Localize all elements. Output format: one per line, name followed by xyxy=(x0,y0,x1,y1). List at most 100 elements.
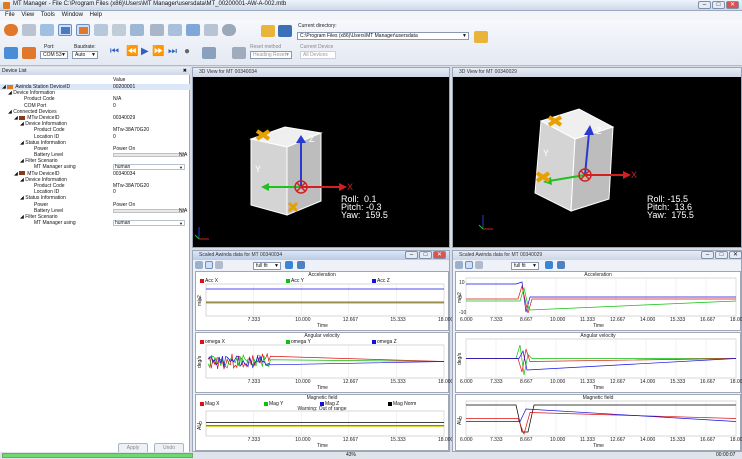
acceleration-chart-left[interactable]: Acceleration Acc X Acc Y Acc Z 7.333 10.000 12… xyxy=(195,271,453,331)
menu-bar: File View Tools Window Help xyxy=(0,11,742,20)
station-icon[interactable] xyxy=(22,47,36,59)
battery-level-bar xyxy=(113,153,185,158)
port-label: Port: xyxy=(44,44,55,50)
browse-folder-icon[interactable] xyxy=(474,31,488,43)
magnetic-field-chart-left[interactable]: Magnetic field Mag X Mag Y Mag Z Mag Norm War… xyxy=(195,394,453,451)
gps-icon[interactable] xyxy=(150,24,164,36)
heading-reset-icon[interactable] xyxy=(202,47,216,59)
record-icon[interactable]: ● xyxy=(184,47,190,57)
reset-method-select[interactable]: Heading Reset ▼ xyxy=(250,51,292,59)
grid-icon[interactable] xyxy=(475,261,483,269)
menu-view[interactable]: View xyxy=(21,11,34,20)
pan-icon[interactable] xyxy=(205,261,213,269)
close-button[interactable]: ✕ xyxy=(433,251,446,259)
x-axis-label: Time xyxy=(317,443,328,449)
3d-view-left[interactable]: Z X Y Roll: 0.1 Pitch: -0.3 Yaw: 159.5 xyxy=(193,77,449,247)
connect-icon[interactable] xyxy=(4,24,18,36)
device-tree: ◢ Awinda Station DeviceID 00200001 ◢ Devic… xyxy=(0,84,190,227)
x-tick-label: 7.333 xyxy=(490,379,503,385)
close-button[interactable]: ✕ xyxy=(726,1,739,9)
port-select[interactable]: COM 53 ▼ xyxy=(40,51,68,59)
orientation-readout-right: Roll: -15.5 Pitch: 13.6 Yaw: 175.5 xyxy=(647,194,694,220)
tree-row-label: MT Manager using xyxy=(34,220,76,227)
table-icon[interactable] xyxy=(557,261,565,269)
table-icon[interactable] xyxy=(297,261,305,269)
baudrate-select[interactable]: Auto ▼ xyxy=(72,51,98,59)
save-icon[interactable] xyxy=(278,25,292,37)
acceleration-chart-right[interactable]: Acceleration 6.000 7.333 8.667 10.000 11.333 1… xyxy=(455,271,742,331)
3d-view-icon[interactable] xyxy=(76,24,90,36)
skip-start-icon[interactable]: ⏮ xyxy=(110,47,119,57)
menu-tools[interactable]: Tools xyxy=(41,11,55,20)
tree-row-value[interactable]: human ▼ xyxy=(113,220,185,227)
x-tick-label: 8.667 xyxy=(520,317,533,323)
settings-icon[interactable] xyxy=(222,24,236,36)
export-icon[interactable] xyxy=(168,24,182,36)
menu-file[interactable]: File xyxy=(5,11,15,20)
current-device-select[interactable]: All Devices xyxy=(300,51,336,59)
device-list-title: Device List xyxy=(2,68,27,74)
x-tick-label: 12.667 xyxy=(610,317,626,323)
step-forward-icon[interactable]: ⏩ xyxy=(152,47,164,57)
table-view-icon[interactable] xyxy=(112,24,126,36)
device-list-header: Device List ✖ xyxy=(0,67,190,75)
3d-view-right-title: 3D View for MT 00340029 xyxy=(453,68,741,77)
x-tick-label: 18.000 xyxy=(730,379,742,385)
record-settings-icon[interactable] xyxy=(40,24,54,36)
y-tick-label: 0 xyxy=(199,420,202,427)
orientation-view-icon[interactable] xyxy=(130,24,144,36)
minimize-button[interactable]: – xyxy=(405,251,418,259)
x-tick-label: 8.667 xyxy=(520,437,533,443)
filter-icon[interactable] xyxy=(204,24,218,36)
maximize-button[interactable]: □ xyxy=(712,1,725,9)
scan-icon[interactable] xyxy=(22,24,36,36)
tree-row-value[interactable]: human ▼ xyxy=(113,164,185,171)
pin-icon[interactable]: ✖ xyxy=(183,67,187,75)
3d-view-right[interactable]: Z X Y Roll: -15.5 Pitch: 13.6 Yaw: 175.5 xyxy=(453,77,741,247)
zoom-icon[interactable] xyxy=(195,261,203,269)
pan-icon[interactable] xyxy=(465,261,473,269)
fit-select[interactable]: full fit ▼ xyxy=(511,262,539,270)
maximize-button[interactable]: □ xyxy=(419,251,432,259)
3d-view-left-panel: 3D View for MT 00340034 Z X Y Roll: 0.1 … xyxy=(192,67,450,248)
angular-velocity-chart-right[interactable]: Angular velocity 6.000 7.333 8.667 10.000 11.… xyxy=(455,332,742,393)
menu-window[interactable]: Window xyxy=(62,11,83,20)
magnetic-field-chart-right[interactable]: Magnetic field 6.000 7.333 8.667 10.000 11.33… xyxy=(455,394,742,451)
device-icon[interactable] xyxy=(4,47,18,59)
play-icon[interactable]: ▶ xyxy=(141,47,149,57)
maximize-button[interactable]: □ xyxy=(715,251,728,259)
yaw-value: 159.5 xyxy=(365,210,388,220)
chart-type-icon[interactable] xyxy=(285,261,293,269)
reset-icon[interactable] xyxy=(232,47,246,59)
y-tick-label: 0 xyxy=(459,415,462,422)
x-tick-label: 7.333 xyxy=(490,317,503,323)
x-axis-label: Time xyxy=(317,323,328,329)
fit-select[interactable]: full fit ▼ xyxy=(253,262,281,270)
y-tick-label: -10 xyxy=(459,310,467,316)
chart-view-icon[interactable] xyxy=(58,24,72,36)
minimize-button[interactable]: – xyxy=(698,1,711,9)
minimize-button[interactable]: – xyxy=(701,251,714,259)
x-tick-label: 14.000 xyxy=(640,317,656,323)
x-tick-label: 7.333 xyxy=(247,437,261,443)
x-tick-label: 8.667 xyxy=(520,379,533,385)
x-tick-label: 10.000 xyxy=(295,379,311,385)
current-directory-select[interactable]: C:\Program Files (x86)\Users\MT Manager\… xyxy=(297,32,469,40)
x-tick-label: 18.000 xyxy=(438,317,454,323)
zoom-icon[interactable] xyxy=(455,261,463,269)
flag-icon[interactable] xyxy=(186,24,200,36)
text-view-icon[interactable] xyxy=(94,24,108,36)
grid-icon[interactable] xyxy=(215,261,223,269)
angular-velocity-chart-left[interactable]: Angular velocity omega Xomega Yomega Z 7.3… xyxy=(195,332,453,393)
step-back-icon[interactable]: ⏪ xyxy=(126,47,138,57)
skip-end-icon[interactable]: ⏭ xyxy=(168,47,177,57)
x-tick-label: 6.000 xyxy=(460,437,473,443)
close-button[interactable]: ✕ xyxy=(729,251,742,259)
open-folder-icon[interactable] xyxy=(261,25,275,37)
x-tick-label: 12.667 xyxy=(610,437,626,443)
menu-help[interactable]: Help xyxy=(90,11,102,20)
3d-view-right-panel: 3D View for MT 00340029 Z X Y Roll: -15.… xyxy=(452,67,742,248)
tree-row[interactable]: MT Manager using human ▼ xyxy=(0,220,190,227)
chart-type-icon[interactable] xyxy=(545,261,553,269)
baudrate-label: Baudrate: xyxy=(74,44,96,50)
